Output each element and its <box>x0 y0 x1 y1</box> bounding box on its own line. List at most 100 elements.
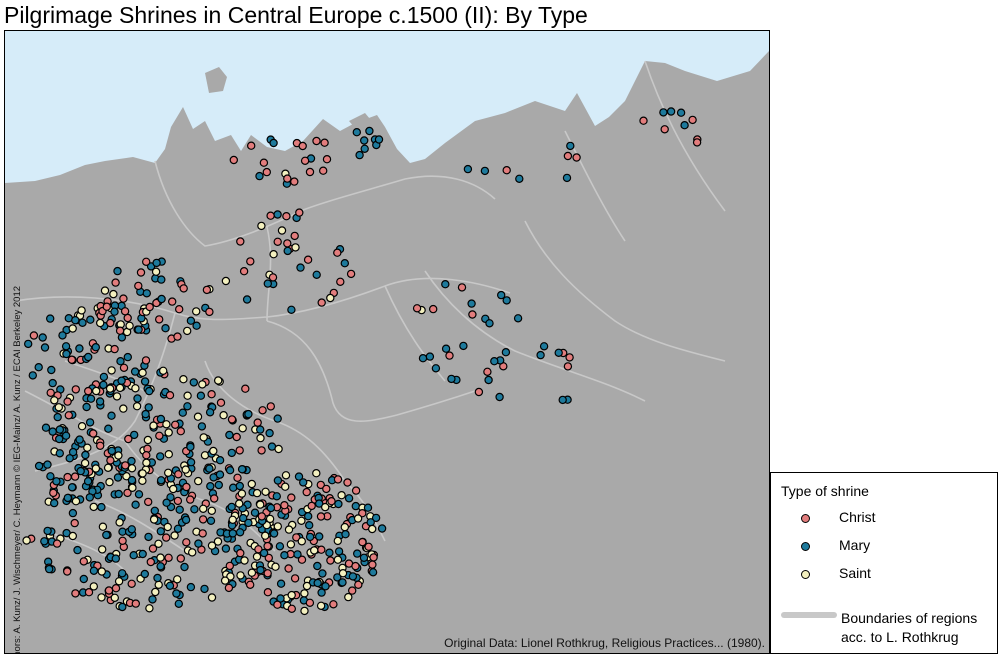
shrine-dot <box>156 527 165 536</box>
shrine-dot <box>287 305 296 314</box>
shrine-dot <box>127 456 136 466</box>
shrine-dot <box>333 555 343 564</box>
saint-dot-icon <box>801 570 810 579</box>
shrine-dot <box>155 431 164 440</box>
shrine-dot <box>351 501 360 511</box>
shrine-dot <box>148 595 157 604</box>
shrine-dot <box>61 342 71 351</box>
legend-label: Saint <box>839 565 871 581</box>
shrine-dot <box>48 378 57 388</box>
shrine-dot <box>202 285 212 295</box>
shrine-dot <box>133 394 142 403</box>
shrine-dot <box>172 575 182 584</box>
shrine-dot <box>80 458 90 468</box>
shrine-dot <box>305 167 315 177</box>
legend-label: Christ <box>839 509 876 525</box>
shrine-dot <box>276 579 286 588</box>
shrine-dot <box>114 451 123 460</box>
shrine-dot <box>86 394 96 403</box>
shrine-dot <box>102 302 112 311</box>
legend-item-christ: Christ <box>801 509 981 531</box>
shrine-dot <box>144 386 154 396</box>
shrine-dot <box>263 279 272 288</box>
shrine-dot <box>334 499 343 509</box>
shrine-dot <box>215 470 225 479</box>
shrine-dot <box>221 544 231 553</box>
shrine-dot <box>78 318 87 327</box>
shrine-dot <box>329 600 338 609</box>
shrine-dot <box>138 368 147 377</box>
shrine-dot <box>221 276 231 286</box>
shrine-dot <box>75 435 84 444</box>
shrine-dot <box>297 516 306 525</box>
shrine-dot <box>566 141 575 151</box>
shrine-dot <box>457 283 467 292</box>
shrine-dot <box>149 421 158 430</box>
shrine-dot <box>261 487 270 496</box>
shrine-dot <box>515 174 524 183</box>
shrine-dot <box>107 411 116 420</box>
boundary-label: Boundaries of regions acc. to L. Rothkru… <box>841 609 977 647</box>
shrine-dot <box>363 503 373 512</box>
shrine-dot <box>97 567 107 576</box>
shrine-dot <box>227 502 236 512</box>
shrine-dot <box>187 548 197 557</box>
shrine-dot <box>131 599 141 608</box>
shrine-dot <box>539 342 549 351</box>
shrine-dot <box>660 125 669 134</box>
shrine-dot <box>153 573 162 583</box>
shrine-dot <box>207 506 216 515</box>
shrine-dot <box>182 482 191 492</box>
map-area[interactable]: Authors: A. Kunz/ J. Wischmeyer/ C. Heym… <box>4 30 770 654</box>
shrine-dot <box>235 446 244 455</box>
shrine-dot <box>263 588 273 597</box>
shrine-dot <box>186 582 196 592</box>
shrine-dot <box>198 504 208 513</box>
shrine-dot <box>125 321 134 330</box>
shrine-dot <box>91 386 101 396</box>
shrine-dot <box>142 458 151 467</box>
shrine-dot <box>127 475 137 485</box>
shrine-dot <box>134 325 143 334</box>
shrine-dot <box>138 549 147 559</box>
shrine-dot <box>326 293 335 303</box>
shrine-dot <box>207 541 217 550</box>
shrine-dot <box>310 546 319 555</box>
shrine-dot <box>61 431 71 440</box>
shrine-dot <box>368 560 377 569</box>
shrine-dot <box>268 273 278 282</box>
shrine-dot <box>206 516 216 525</box>
shrine-dot <box>173 332 182 341</box>
shrine-dot <box>55 434 64 444</box>
shrine-dot <box>109 289 118 299</box>
shrine-dot <box>34 461 44 471</box>
shrine-dot <box>182 326 192 336</box>
shrine-dot <box>300 589 309 598</box>
shrine-dot <box>338 569 348 578</box>
shrine-dot <box>259 158 269 167</box>
shrine-dot <box>114 489 123 499</box>
shrine-dot <box>176 554 185 563</box>
shrine-dot <box>62 349 71 359</box>
shrine-dot <box>250 508 260 517</box>
shrine-dot <box>333 475 343 484</box>
shrine-dot <box>85 493 95 502</box>
shrine-dot <box>321 502 330 512</box>
shrine-dot <box>118 602 127 612</box>
shrine-dot <box>338 578 347 587</box>
shrine-dot <box>216 398 226 407</box>
shrine-dot <box>282 211 291 221</box>
shrine-dot <box>52 539 62 548</box>
shrine-dot <box>34 363 43 372</box>
shrine-dot <box>22 536 31 545</box>
shrine-dot <box>666 107 676 116</box>
shrine-dot <box>200 584 209 594</box>
shrine-dot <box>302 487 311 497</box>
shrine-dot <box>180 562 189 572</box>
shrine-dot <box>193 412 203 421</box>
shrine-dot <box>83 352 93 362</box>
shrine-dot <box>111 554 121 563</box>
shrine-dot <box>83 477 93 486</box>
shrine-dot <box>336 277 345 286</box>
shrine-dot <box>149 515 159 524</box>
